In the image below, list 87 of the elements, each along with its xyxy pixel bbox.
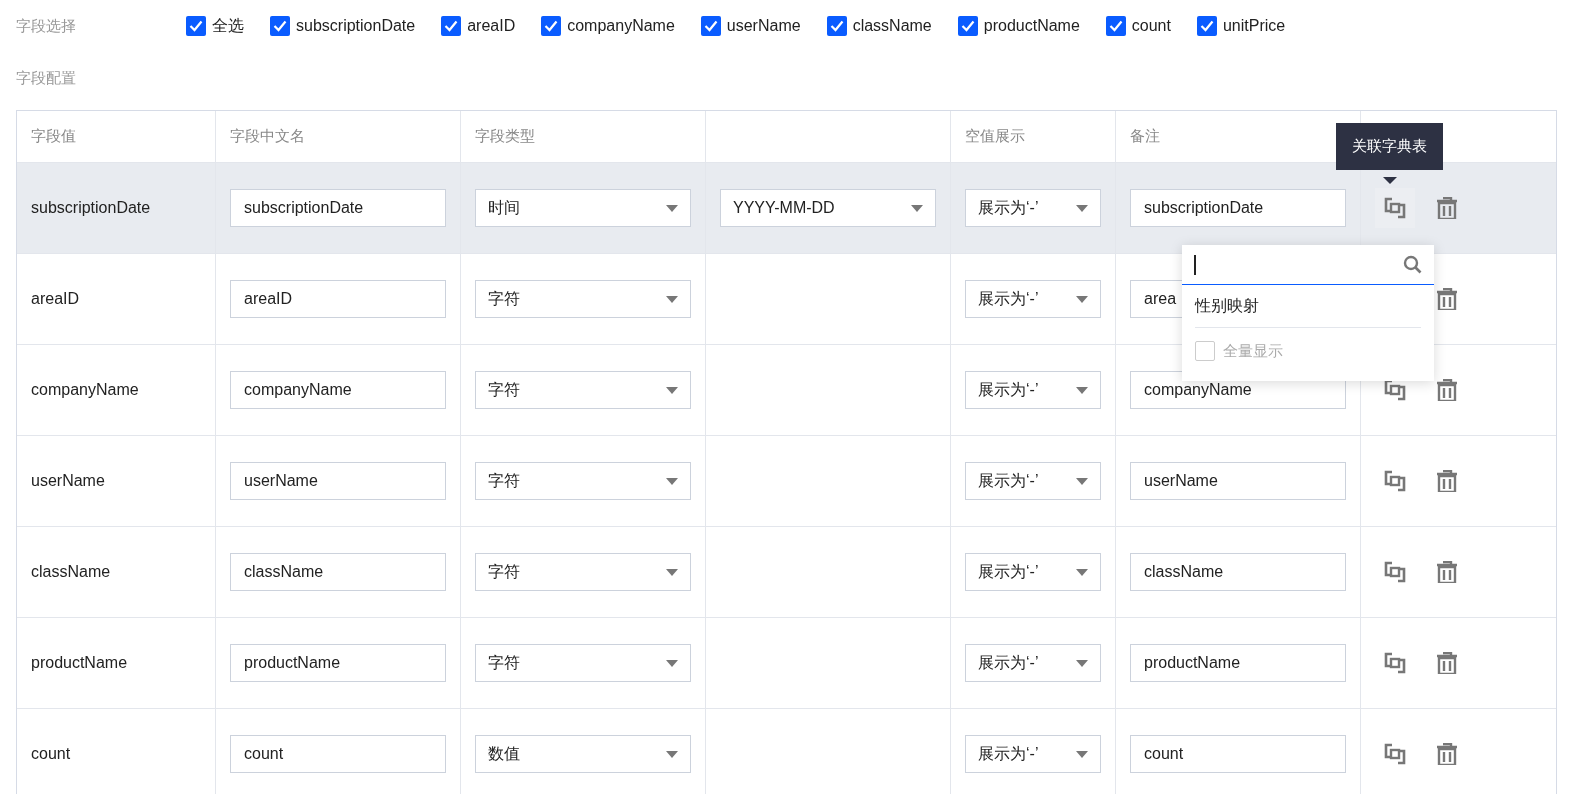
checkbox-label[interactable]: subscriptionDate [296, 14, 416, 38]
text-field[interactable]: className [1130, 553, 1346, 591]
dropdown[interactable]: 展示为‘-’ [965, 280, 1101, 318]
checkbox-label[interactable]: areaID [467, 14, 516, 38]
dropdown[interactable]: 展示为‘-’ [965, 189, 1101, 227]
dropdown[interactable]: 字符 [475, 280, 691, 318]
caret-icon [666, 204, 678, 212]
caret-icon [1076, 386, 1088, 394]
caret-icon [666, 477, 678, 485]
checkbox-label[interactable]: userName [726, 14, 801, 38]
dropdown[interactable]: 时间 [475, 189, 691, 227]
caret-icon [666, 386, 678, 394]
table-cell-text: productName [31, 653, 128, 673]
tooltip: 关联字典表 [1336, 123, 1443, 170]
checkbox[interactable] [441, 16, 462, 36]
caret-icon [1076, 659, 1088, 667]
text-field[interactable]: userName [230, 462, 446, 500]
checkbox[interactable] [270, 16, 290, 36]
text-field[interactable]: count [1130, 735, 1346, 773]
caret-icon [1076, 568, 1088, 576]
link-icon[interactable] [1375, 188, 1415, 228]
section-label: 字段配置 [16, 67, 77, 88]
section-label: 字段选择 [16, 15, 77, 36]
column-header: 字段类型 [475, 126, 535, 147]
text-field[interactable]: count [230, 735, 446, 773]
dropdown[interactable]: 展示为‘-’ [965, 462, 1101, 500]
table-cell-text: subscriptionDate [31, 198, 151, 218]
text-cursor [1194, 254, 1196, 275]
checkbox[interactable] [826, 16, 847, 36]
dropdown[interactable]: 展示为‘-’ [965, 644, 1101, 682]
checkbox-label[interactable]: companyName [567, 14, 675, 38]
checkbox[interactable] [957, 16, 978, 36]
dropdown[interactable]: 字符 [475, 553, 691, 591]
checkbox[interactable] [1196, 16, 1217, 36]
column-header: 备注 [1130, 126, 1160, 147]
tooltip-arrow [1383, 177, 1397, 184]
checkbox[interactable] [541, 16, 562, 36]
checkbox-label[interactable]: count [1131, 14, 1171, 38]
table-cell-text: companyName [31, 380, 139, 400]
text-field[interactable]: className [230, 553, 446, 591]
caret-icon [666, 750, 678, 758]
table-cell-text: count [31, 744, 71, 764]
text-field[interactable]: userName [1130, 462, 1346, 500]
delete-icon[interactable] [1437, 379, 1457, 401]
checkbox[interactable] [700, 16, 721, 36]
caret-icon [666, 568, 678, 576]
checkbox-label[interactable]: 全选 [212, 14, 244, 38]
text-field[interactable]: subscriptionDate [230, 189, 446, 227]
caret-icon [1076, 295, 1088, 303]
text-field[interactable]: productName [1130, 644, 1346, 682]
dropdown[interactable]: 展示为‘-’ [965, 371, 1101, 409]
delete-icon[interactable] [1437, 197, 1457, 219]
dropdown[interactable]: 数值 [475, 735, 691, 773]
caret-icon [911, 204, 923, 212]
delete-icon[interactable] [1437, 743, 1457, 765]
text-field[interactable]: subscriptionDate [1130, 189, 1346, 227]
menu-item[interactable]: 性别映射 [1195, 297, 1259, 314]
table-cell-text: className [31, 562, 111, 582]
delete-icon[interactable] [1437, 288, 1457, 310]
delete-icon[interactable] [1437, 561, 1457, 583]
caret-icon [1076, 204, 1088, 212]
search-icon [1403, 255, 1422, 274]
delete-icon[interactable] [1437, 470, 1457, 492]
caret-icon [1076, 477, 1088, 485]
dropdown[interactable]: 展示为‘-’ [965, 553, 1101, 591]
dropdown[interactable]: 字符 [475, 371, 691, 409]
column-header: 字段中文名 [230, 126, 305, 147]
dropdown[interactable]: 展示为‘-’ [965, 735, 1101, 773]
dropdown[interactable]: YYYY-MM-DD [720, 189, 936, 227]
checkbox-label[interactable]: productName [983, 14, 1080, 38]
text-field[interactable]: companyName [230, 371, 446, 409]
caret-icon [666, 295, 678, 303]
caret-icon [1076, 750, 1088, 758]
checkbox-label[interactable]: className [852, 14, 932, 38]
text-field[interactable]: areaID [230, 280, 446, 318]
checkbox-label[interactable]: unitPrice [1222, 14, 1286, 38]
table-cell-text: userName [31, 471, 105, 491]
text-field[interactable]: productName [230, 644, 446, 682]
dropdown[interactable]: 字符 [475, 644, 691, 682]
column-header: 空值展示 [965, 126, 1025, 147]
table-cell-text: areaID [31, 289, 80, 309]
checkbox[interactable] [1105, 16, 1126, 36]
caret-icon [666, 659, 678, 667]
column-header: 字段值 [31, 126, 76, 147]
dropdown[interactable]: 字符 [475, 462, 691, 500]
checkbox[interactable] [186, 16, 206, 36]
delete-icon[interactable] [1437, 652, 1457, 674]
